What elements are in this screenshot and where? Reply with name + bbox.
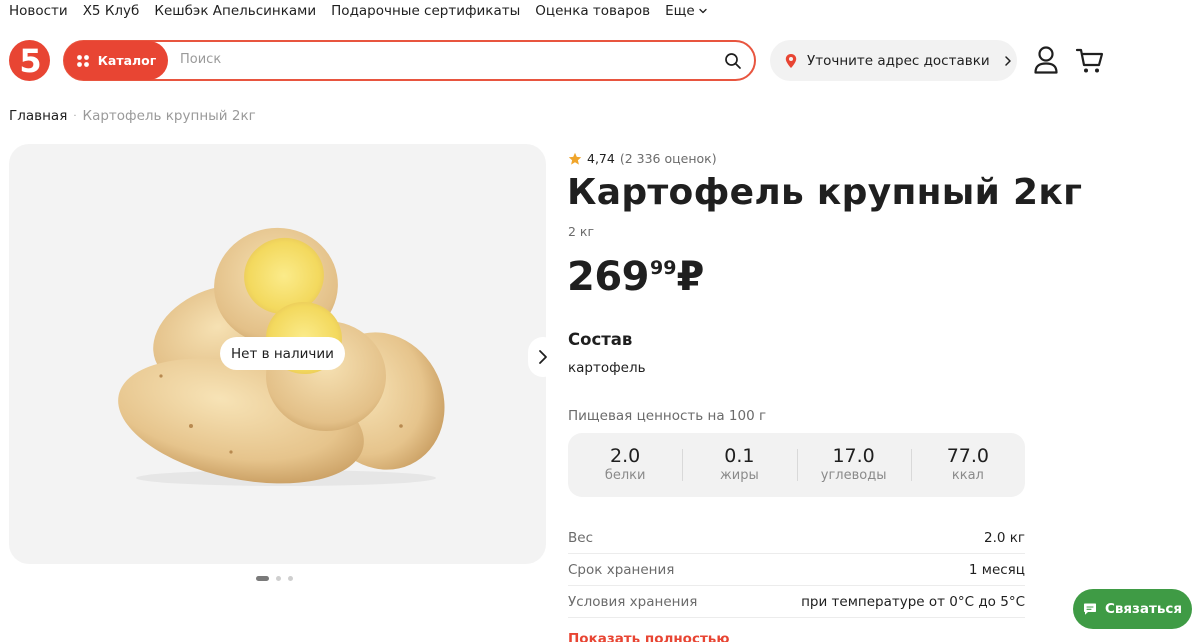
product-gallery[interactable]: Нет в наличии <box>9 144 546 564</box>
nav-link-gift-cards[interactable]: Подарочные сертификаты <box>331 3 520 19</box>
composition-heading: Состав <box>568 330 633 349</box>
nutrition-label: ккал <box>951 468 984 483</box>
nav-more-dropdown[interactable]: Еще <box>665 3 708 19</box>
catalog-grid-icon <box>76 54 89 67</box>
gallery-dot[interactable] <box>276 576 281 581</box>
nutrition-value: 2.0 <box>610 445 641 467</box>
property-row: Вес 2.0 кг <box>568 522 1025 554</box>
nav-more-label: Еще <box>665 3 695 19</box>
contact-chat-label: Связаться <box>1104 601 1183 617</box>
catalog-label: Каталог <box>97 53 157 68</box>
location-pin-icon <box>785 53 797 68</box>
nutrition-label: жиры <box>720 468 759 483</box>
user-profile-icon[interactable] <box>1031 44 1061 76</box>
delivery-address-button[interactable]: Уточните адрес доставки <box>770 40 1017 81</box>
nutrition-value: 0.1 <box>724 445 755 467</box>
catalog-button[interactable]: Каталог <box>64 41 168 80</box>
gallery-dot[interactable] <box>288 576 293 581</box>
price-kopecks: 99 <box>650 257 677 279</box>
property-row: Условия хранения при температуре от 0°C … <box>568 586 1025 618</box>
chevron-right-icon <box>1004 55 1011 66</box>
nutrition-facts: 2.0 белки 0.1 жиры 17.0 углеводы 77.0 кк… <box>568 433 1025 497</box>
nav-link-cashback[interactable]: Кешбэк Апельсинками <box>154 3 316 19</box>
property-value: при температуре от 0°C до 5°C <box>801 593 1025 610</box>
product-properties: Вес 2.0 кг Срок хранения 1 месяц Условия… <box>568 522 1025 618</box>
product-title: Картофель крупный 2кг <box>567 172 1083 213</box>
chat-bubble-icon <box>1083 603 1096 615</box>
composition-value: картофель <box>568 360 646 376</box>
nutrition-value: 17.0 <box>832 445 875 467</box>
nav-link-x5-club[interactable]: X5 Клуб <box>83 3 140 19</box>
nav-link-reviews[interactable]: Оценка товаров <box>535 3 650 19</box>
chevron-right-icon <box>539 350 547 364</box>
nutrition-label: белки <box>604 468 646 483</box>
price-currency: ₽ <box>676 254 705 300</box>
price-rubles: 269 <box>567 254 650 300</box>
property-key: Условия хранения <box>568 593 698 610</box>
nutrition-caption: Пищевая ценность на 100 г <box>568 408 767 424</box>
nutrition-protein: 2.0 белки <box>568 443 682 487</box>
search-input[interactable]: Поиск <box>180 52 221 67</box>
rating-count: (2 336 оценок) <box>619 151 717 166</box>
top-nav: Новости X5 Клуб Кешбэк Апельсинками Пода… <box>9 0 723 22</box>
property-key: Вес <box>568 529 593 546</box>
product-price: 269 99 ₽ <box>567 254 704 300</box>
breadcrumb-separator: · <box>73 110 77 122</box>
property-row: Срок хранения 1 месяц <box>568 554 1025 586</box>
pyaterochka-logo[interactable]: 5 <box>9 40 50 81</box>
search-icon[interactable] <box>724 52 742 70</box>
product-rating[interactable]: 4,74 (2 336 оценок) <box>568 151 717 166</box>
out-of-stock-badge: Нет в наличии <box>220 337 345 370</box>
breadcrumb-current: Картофель крупный 2кг <box>82 108 256 124</box>
search-bar[interactable]: Каталог Поиск <box>63 40 756 81</box>
nutrition-value: 77.0 <box>946 445 990 467</box>
show-all-link[interactable]: Показать полностью <box>568 631 729 642</box>
gallery-next-button[interactable] <box>528 337 558 377</box>
product-weight: 2 кг <box>568 224 595 239</box>
star-icon <box>568 152 582 165</box>
property-key: Срок хранения <box>568 561 675 578</box>
delivery-address-label: Уточните адрес доставки <box>807 52 990 69</box>
gallery-pagination <box>256 576 293 581</box>
breadcrumb-home[interactable]: Главная <box>9 108 67 124</box>
nutrition-fat: 0.1 жиры <box>682 443 796 487</box>
nutrition-label: углеводы <box>820 468 887 483</box>
property-value: 1 месяц <box>968 561 1025 578</box>
logo-text: 5 <box>19 41 42 80</box>
breadcrumb: Главная · Картофель крупный 2кг <box>9 108 256 124</box>
gallery-dot[interactable] <box>256 576 269 581</box>
contact-chat-button[interactable]: Связаться <box>1073 589 1192 629</box>
cart-icon[interactable] <box>1074 44 1106 76</box>
chevron-down-icon <box>698 8 707 14</box>
nutrition-carbs: 17.0 углеводы <box>796 443 911 487</box>
nutrition-kcal: 77.0 ккал <box>910 443 1025 487</box>
property-value: 2.0 кг <box>983 529 1025 546</box>
nav-link-news[interactable]: Новости <box>9 3 68 19</box>
rating-value: 4,74 <box>587 151 615 166</box>
